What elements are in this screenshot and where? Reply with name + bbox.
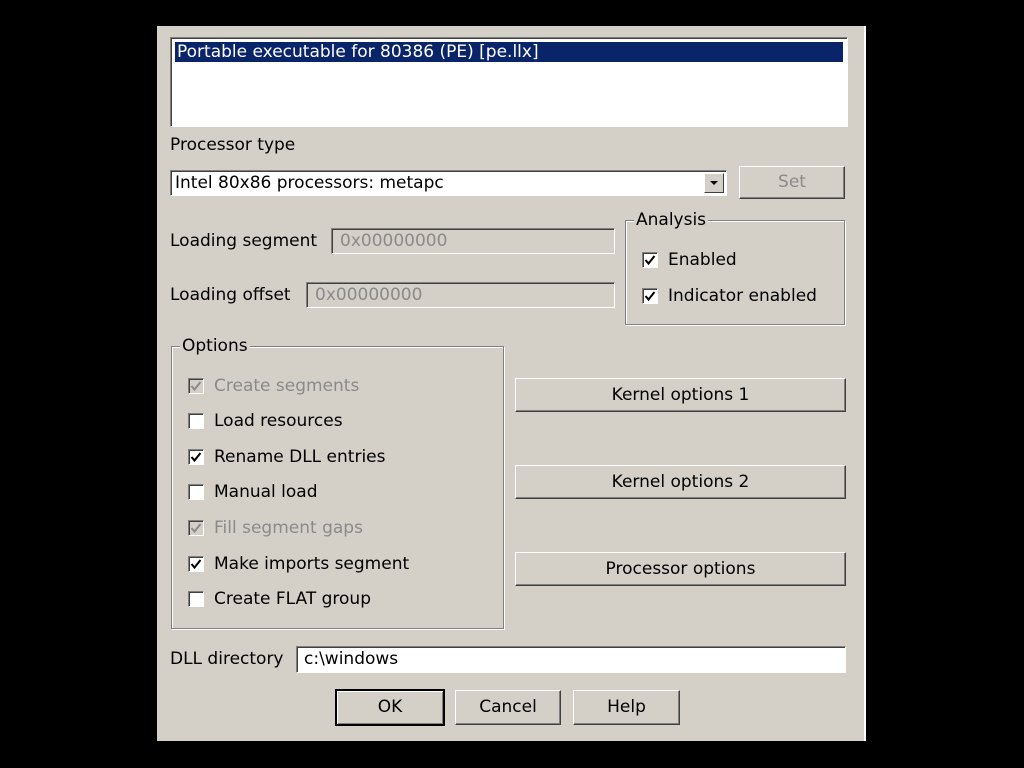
checkbox-box[interactable] (642, 252, 658, 268)
processor-type-value: Intel 80x86 processors: metapc (175, 173, 444, 193)
dll-directory-field[interactable]: c:\windows (296, 646, 846, 673)
checkmark-icon (644, 255, 656, 266)
checkmark-icon (190, 523, 202, 534)
checkbox-box[interactable] (188, 591, 204, 607)
fill-segment-gaps-label: Fill segment gaps (214, 518, 363, 538)
dll-directory-value: c:\windows (304, 649, 399, 669)
ok-button[interactable]: OK (335, 689, 445, 726)
loading-offset-label: Loading offset (170, 285, 291, 305)
create-segments-label: Create segments (214, 376, 360, 396)
set-button[interactable]: Set (739, 166, 845, 199)
loading-offset-value: 0x00000000 (315, 285, 423, 305)
load-resources-label: Load resources (214, 411, 343, 431)
loading-segment-field[interactable]: 0x00000000 (331, 228, 615, 254)
cancel-button[interactable]: Cancel (455, 690, 561, 725)
kernel-options-1-button[interactable]: Kernel options 1 (515, 378, 846, 412)
loading-segment-value: 0x00000000 (340, 231, 448, 251)
checkmark-icon (190, 452, 202, 463)
rename-dll-entries-label: Rename DLL entries (214, 447, 386, 467)
processor-type-combobox[interactable]: Intel 80x86 processors: metapc (170, 170, 727, 196)
loader-list-item-selected[interactable]: Portable executable for 80386 (PE) [pe.l… (175, 42, 843, 62)
checkbox-box[interactable] (188, 449, 204, 465)
checkmark-icon (644, 291, 656, 302)
dll-directory-label: DLL directory (170, 649, 284, 669)
dropdown-arrow-icon[interactable] (704, 173, 724, 193)
loading-offset-field[interactable]: 0x00000000 (306, 282, 615, 308)
analysis-group-title: Analysis (634, 210, 709, 230)
options-group: Options Create segments Load resources R… (171, 336, 504, 629)
loading-segment-label: Loading segment (170, 231, 318, 251)
processor-options-button[interactable]: Processor options (515, 552, 846, 586)
checkmark-icon (190, 381, 202, 392)
options-group-title: Options (180, 336, 250, 356)
checkmark-icon (190, 559, 202, 570)
checkbox-box[interactable] (188, 556, 204, 572)
create-flat-group-label: Create FLAT group (214, 589, 372, 609)
help-button[interactable]: Help (573, 690, 680, 725)
manual-load-label: Manual load (214, 482, 318, 502)
checkbox-box[interactable] (188, 378, 204, 394)
checkbox-box[interactable] (642, 288, 658, 304)
checkbox-box[interactable] (188, 520, 204, 536)
load-file-dialog: Portable executable for 80386 (PE) [pe.l… (157, 26, 866, 741)
kernel-options-2-button[interactable]: Kernel options 2 (515, 465, 846, 499)
dialog-edge (864, 26, 866, 741)
make-imports-segment-label: Make imports segment (214, 554, 410, 574)
loader-listbox[interactable]: Portable executable for 80386 (PE) [pe.l… (170, 37, 848, 127)
checkbox-box[interactable] (188, 413, 204, 429)
analysis-enabled-label: Enabled (668, 250, 737, 270)
analysis-group: Analysis Enabled Indicator enabled (625, 210, 845, 325)
checkbox-box[interactable] (188, 484, 204, 500)
processor-type-label: Processor type (170, 135, 296, 155)
indicator-enabled-label: Indicator enabled (668, 286, 817, 306)
